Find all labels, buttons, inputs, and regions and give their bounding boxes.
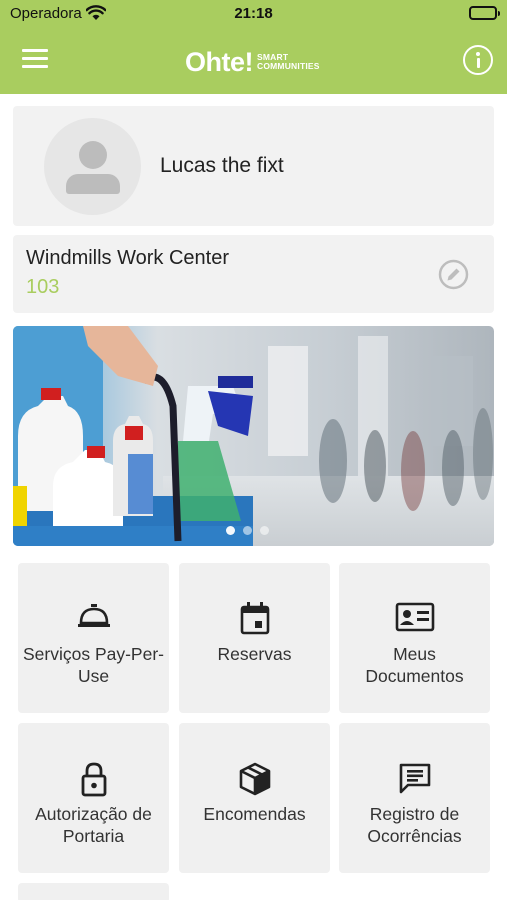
tile-label: Serviços Pay-Per-Use <box>22 644 164 686</box>
service-bell-icon <box>18 601 169 635</box>
tile-meus-documentos[interactable]: Meus Documentos <box>339 563 490 713</box>
tile-pay-per-use[interactable]: Serviços Pay-Per-Use <box>18 563 169 713</box>
id-card-icon <box>339 601 490 635</box>
tile-reservas[interactable]: Reservas <box>179 563 330 713</box>
app-logo: Ohte! SMART COMMUNITIES <box>185 42 320 82</box>
tile-label: Meus Documentos <box>365 644 464 686</box>
user-placeholder-icon <box>79 141 107 169</box>
hamburger-menu-icon[interactable] <box>22 49 48 73</box>
carousel-dot[interactable] <box>226 526 235 535</box>
profile-card[interactable]: Lucas the fixt <box>13 106 494 226</box>
carousel-dot[interactable] <box>260 526 269 535</box>
cleaning-supplies-image <box>13 326 494 546</box>
unit-number: 103 <box>26 276 60 298</box>
logo-tagline-line2: COMMUNITIES <box>257 61 320 71</box>
carousel-indicator <box>226 526 269 535</box>
lock-icon <box>18 761 169 797</box>
unit-card: Windmills Work Center 103 <box>13 235 494 313</box>
app-header: Ohte! SMART COMMUNITIES <box>0 28 507 94</box>
promo-banner-carousel[interactable] <box>13 326 494 546</box>
tile-label: Reservas <box>217 644 292 664</box>
avatar[interactable] <box>44 118 141 215</box>
package-icon <box>179 761 330 796</box>
tile-partially-visible[interactable] <box>18 883 169 900</box>
tile-registro-ocorrencias[interactable]: Registro de Ocorrências <box>339 723 490 873</box>
unit-name: Windmills Work Center <box>26 247 229 269</box>
calendar-icon <box>179 601 330 635</box>
status-bar: Operadora 21:18 <box>0 0 507 28</box>
tile-label: Autorização de Portaria <box>35 804 152 846</box>
tile-label: Registro de Ocorrências <box>367 804 462 846</box>
message-icon <box>339 761 490 795</box>
carousel-dot[interactable] <box>243 526 252 535</box>
tile-encomendas[interactable]: Encomendas <box>179 723 330 873</box>
info-icon[interactable] <box>463 45 493 75</box>
tile-autorizacao-portaria[interactable]: Autorização de Portaria <box>18 723 169 873</box>
battery-icon <box>469 6 500 20</box>
clock: 21:18 <box>234 5 273 22</box>
edit-pencil-icon[interactable] <box>438 259 469 290</box>
logo-wordmark: Ohte! <box>185 46 254 77</box>
logo-tagline: SMART COMMUNITIES <box>257 53 320 71</box>
user-name: Lucas the fixt <box>160 154 284 177</box>
tile-label: Encomendas <box>203 804 306 824</box>
